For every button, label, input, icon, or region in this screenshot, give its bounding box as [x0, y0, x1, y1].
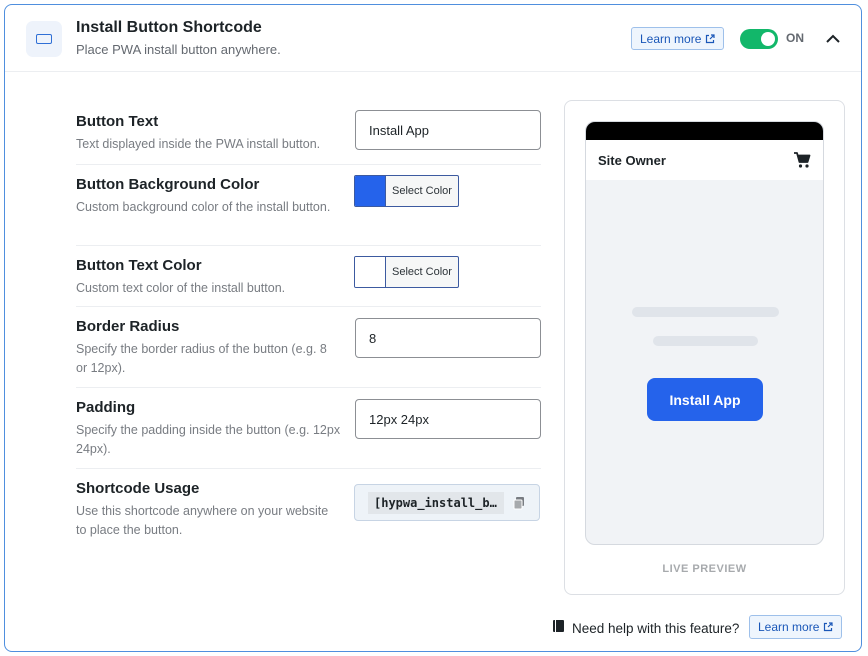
- select-color-label: Select Color: [392, 266, 452, 278]
- setting-label: Button Text Color: [76, 257, 202, 274]
- setting-description: Custom text color of the install button.: [76, 281, 286, 295]
- learn-more-button[interactable]: Learn more: [631, 27, 725, 50]
- bg-color-picker[interactable]: Select Color: [354, 175, 459, 207]
- setting-label: Border Radius: [76, 318, 180, 335]
- setting-label: Button Background Color: [76, 176, 260, 193]
- learn-more-label: Learn more: [758, 620, 820, 634]
- feature-title: Install Button Shortcode: [76, 19, 262, 36]
- book-icon: [553, 620, 564, 632]
- skeleton-line: [632, 307, 779, 317]
- setting-description: Custom background color of the install b…: [76, 200, 331, 214]
- setting-description: Specify the border radius of the button …: [76, 342, 327, 375]
- cart-icon: [794, 152, 811, 168]
- setting-border-radius: Border Radius Specify the border radius …: [76, 307, 541, 388]
- external-link-icon: [706, 33, 715, 43]
- setting-label: Button Text: [76, 113, 159, 130]
- setting-shortcode: Shortcode Usage Use this shortcode anywh…: [76, 469, 541, 551]
- site-name: Site Owner: [598, 153, 666, 168]
- setting-description: Use this shortcode anywhere on your webs…: [76, 504, 329, 537]
- help-text: Need help with this feature?: [572, 621, 740, 636]
- footer-learn-more-button[interactable]: Learn more: [749, 615, 843, 639]
- setting-bg-color: Button Background Color Custom backgroun…: [76, 165, 541, 246]
- live-preview-panel: Site Owner Install App LIVE PREVIEW: [564, 100, 845, 595]
- settings-list: Button Text Text displayed inside the PW…: [76, 103, 541, 551]
- phone-site-header: Site Owner: [586, 140, 823, 180]
- setting-text-color: Button Text Color Custom text color of t…: [76, 246, 541, 307]
- setting-label: Padding: [76, 399, 136, 416]
- color-swatch: [355, 176, 386, 206]
- select-color-label: Select Color: [392, 185, 452, 197]
- setting-description: Specify the padding inside the button (e…: [76, 423, 341, 456]
- button-text-input[interactable]: [355, 110, 541, 150]
- setting-padding: Padding Specify the padding inside the b…: [76, 388, 541, 469]
- feature-subtitle: Place PWA install button anywhere.: [76, 42, 281, 57]
- live-preview-caption: LIVE PREVIEW: [662, 563, 747, 575]
- external-link-icon: [824, 622, 833, 632]
- toggle-state-label: ON: [786, 31, 804, 45]
- skeleton-line: [653, 336, 758, 346]
- button-outline-icon: [26, 21, 62, 57]
- setting-label: Shortcode Usage: [76, 480, 200, 497]
- learn-more-label: Learn more: [640, 31, 702, 46]
- feature-header: Install Button Shortcode Place PWA insta…: [5, 5, 861, 72]
- phone-status-bar: [586, 122, 823, 140]
- padding-input[interactable]: [355, 399, 541, 439]
- feature-card: Install Button Shortcode Place PWA insta…: [4, 4, 862, 652]
- install-app-preview-button[interactable]: Install App: [647, 378, 763, 421]
- shortcode-box: [hypwa_install_button]: [354, 484, 540, 521]
- chevron-up-icon[interactable]: [823, 31, 843, 47]
- setting-description: Text displayed inside the PWA install bu…: [76, 137, 321, 151]
- phone-mockup: Site Owner Install App: [585, 121, 824, 545]
- copy-icon[interactable]: [512, 496, 526, 510]
- shortcode-text[interactable]: [hypwa_install_button]: [368, 491, 504, 514]
- setting-button-text: Button Text Text displayed inside the PW…: [76, 103, 541, 165]
- color-swatch: [355, 257, 386, 287]
- border-radius-input[interactable]: [355, 318, 541, 358]
- feature-toggle[interactable]: [740, 29, 778, 49]
- text-color-picker[interactable]: Select Color: [354, 256, 459, 288]
